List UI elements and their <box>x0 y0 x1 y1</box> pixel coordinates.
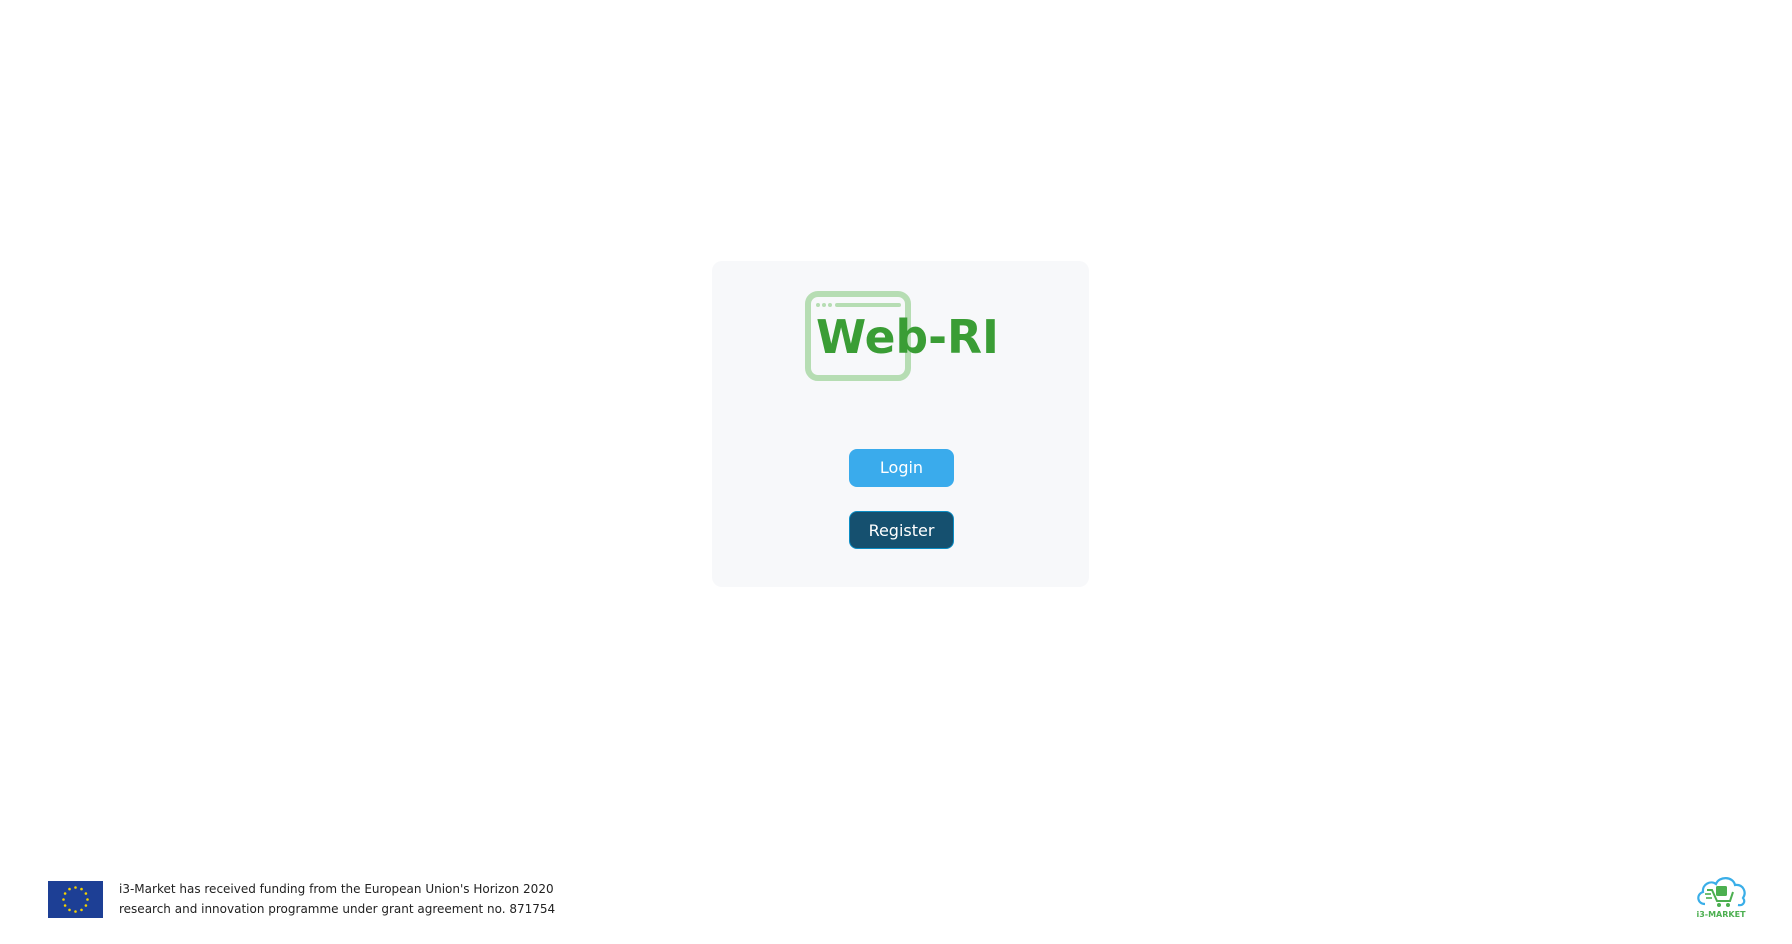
funding-notice: i3-Market has received funding from the … <box>119 879 555 919</box>
funding-line-1: i3-Market has received funding from the … <box>119 882 554 896</box>
login-button[interactable]: Login <box>849 449 954 487</box>
web-ri-logo: Web-RI <box>805 291 999 381</box>
funding-line-2: research and innovation programme under … <box>119 902 556 916</box>
register-button[interactable]: Register <box>849 511 954 549</box>
funding-footer: i3-Market has received funding from the … <box>48 879 555 919</box>
i3-market-logo: i3-MARKET <box>1696 877 1746 919</box>
eu-flag-icon <box>48 880 103 918</box>
auth-card: Web-RI Login Register <box>712 261 1089 587</box>
i3-market-logo-text: i3-MARKET <box>1696 910 1746 919</box>
login-page: Web-RI Login Register i3-Market has rece… <box>0 0 1792 944</box>
logo-text: Web-RI <box>816 310 999 364</box>
